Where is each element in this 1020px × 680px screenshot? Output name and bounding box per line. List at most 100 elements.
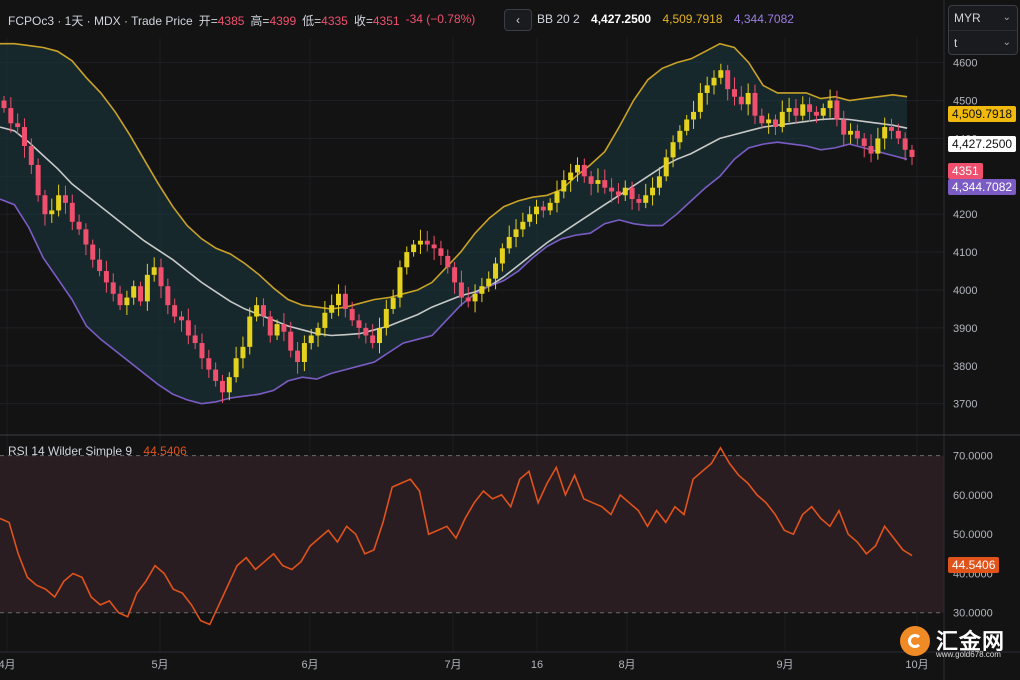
candle-body <box>725 70 731 90</box>
candle-body <box>759 115 765 124</box>
candle-body <box>233 358 239 378</box>
candle-body <box>172 305 178 317</box>
candle-body <box>848 130 854 135</box>
candle-body <box>841 119 847 135</box>
candle-body <box>431 244 437 249</box>
candle-body <box>213 369 219 381</box>
candle-body <box>800 104 806 116</box>
collapse-legend-button[interactable]: ‹ <box>504 9 532 31</box>
mid-band-tag: 4,427.2500 <box>948 136 1017 152</box>
chart-svg[interactable]: 3700380039004000410042004300440045004600… <box>0 0 1020 680</box>
time-tick-label: 7月 <box>444 659 461 671</box>
candle-body <box>813 111 819 116</box>
candle-body <box>704 85 710 93</box>
unit-option[interactable]: t ⌄ <box>949 31 1017 55</box>
candle-body <box>8 108 14 124</box>
candle-body <box>158 267 164 287</box>
candle-body <box>452 267 458 283</box>
candle-body <box>445 255 451 268</box>
candle-body <box>56 195 62 211</box>
candle-body <box>131 286 137 298</box>
candle-body <box>506 236 512 249</box>
candle-body <box>336 293 342 306</box>
candle-body <box>820 108 826 116</box>
bollinger-band-fill <box>0 43 908 404</box>
candle-body <box>861 138 867 146</box>
candle-body <box>670 142 676 158</box>
candle-body <box>219 380 225 393</box>
time-tick-label: 9月 <box>776 659 793 671</box>
low-value: 低=4335 <box>302 14 348 28</box>
candle-body <box>301 343 307 362</box>
candle-body <box>1 100 7 109</box>
candle-body <box>588 176 594 184</box>
candle-body <box>404 252 410 268</box>
candle-body <box>42 195 48 215</box>
price-tick-label: 4600 <box>953 58 977 70</box>
logo-icon <box>900 626 930 656</box>
candle-body <box>28 146 34 165</box>
currency-option[interactable]: MYR ⌄ <box>949 6 1017 31</box>
candle-body <box>875 138 881 154</box>
rsi-band-fill <box>0 455 944 613</box>
bb-label: BB 20 2 <box>537 12 580 26</box>
logo-url: www.gold678.com <box>936 650 1001 659</box>
symbol-title[interactable]: FCPOc3 · 1天 · MDX · Trade Price <box>8 12 193 29</box>
candle-body <box>574 164 580 173</box>
candle-body <box>288 331 294 351</box>
candle-body <box>684 119 690 131</box>
last-price-tag: 4351 <box>948 163 983 179</box>
candle-body <box>110 282 116 294</box>
candle-body <box>779 111 785 128</box>
candle-body <box>786 108 792 112</box>
candle-body <box>499 248 505 264</box>
candle-body <box>260 305 266 317</box>
candle-body <box>520 221 526 230</box>
candle-body <box>895 130 901 139</box>
candle-body <box>615 191 621 196</box>
candle-body <box>329 305 335 313</box>
candle-body <box>267 316 273 336</box>
candle-body <box>21 127 27 146</box>
candle-body <box>390 297 396 309</box>
rsi-panel <box>0 455 944 614</box>
bollinger-legend[interactable]: BB 20 2 4,427.2500 4,509.7918 4,344.7082 <box>537 12 802 26</box>
candle-body <box>383 308 389 328</box>
candle-body <box>554 191 560 203</box>
candle-body <box>185 320 191 336</box>
candle-body <box>165 286 171 306</box>
candle-body <box>363 327 369 336</box>
rsi-value: 44.5406 <box>143 444 187 458</box>
candle-body <box>602 180 608 188</box>
candle-body <box>240 346 246 359</box>
price-tick-label: 3900 <box>953 323 977 335</box>
candle-body <box>827 100 833 109</box>
candle-body <box>889 127 895 131</box>
time-tick-label: 5月 <box>151 659 168 671</box>
candle-body <box>417 240 423 245</box>
chevron-down-icon: ⌄ <box>1002 12 1011 23</box>
candle-body <box>424 240 430 245</box>
candle-body <box>718 70 724 78</box>
candle-body <box>342 293 348 309</box>
symbol-header: FCPOc3 · 1天 · MDX · Trade Price 开=4385 高… <box>8 12 481 29</box>
rsi-legend[interactable]: RSI 14 Wilder Simple 9 44.5406 <box>8 444 195 458</box>
candle-body <box>752 92 758 116</box>
candle-body <box>738 96 744 105</box>
candle-body <box>281 324 287 332</box>
candle-body <box>656 176 662 188</box>
candle-body <box>69 202 75 222</box>
candle-body <box>356 320 362 328</box>
candle-body <box>226 377 232 393</box>
candle-body <box>144 274 150 302</box>
time-tick-label: 8月 <box>618 659 635 671</box>
candle-body <box>397 267 403 298</box>
candle-body <box>882 127 888 139</box>
candle-body <box>697 92 703 112</box>
candle-body <box>458 282 464 298</box>
bb-upper-value: 4,509.7918 <box>662 12 723 26</box>
candle-body <box>868 146 874 154</box>
currency-selector[interactable]: MYR ⌄ t ⌄ <box>948 5 1018 55</box>
candle-body <box>76 221 82 230</box>
bb-mid-value: 4,427.2500 <box>591 12 652 26</box>
